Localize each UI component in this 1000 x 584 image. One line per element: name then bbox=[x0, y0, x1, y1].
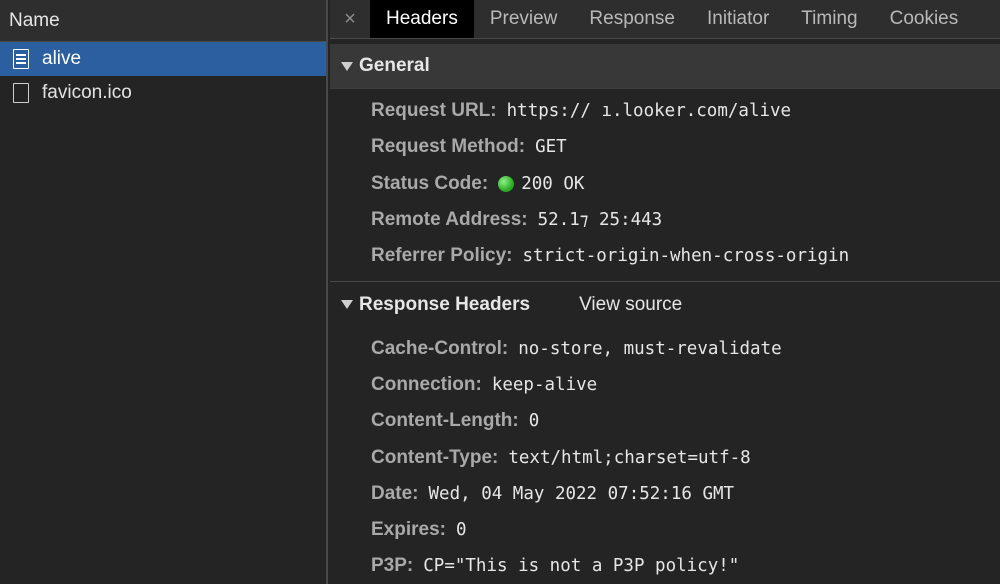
header-row: Connection: keep-alive bbox=[330, 367, 1000, 403]
header-row: Request URL: https:// ı.looker.com/alive bbox=[330, 93, 1000, 129]
request-name: alive bbox=[42, 48, 82, 69]
header-key: P3P: bbox=[371, 555, 414, 577]
tab-timing[interactable]: Timing bbox=[785, 0, 873, 38]
request-details: × Headers Preview Response Initiator Tim… bbox=[330, 0, 1000, 584]
response-headers-section: Cache-Control: no-store, must-revalidate… bbox=[330, 327, 1000, 584]
header-value: 0 bbox=[528, 411, 540, 432]
request-list: Name alive favicon.ico bbox=[0, 0, 328, 584]
header-row: P3P: CP="This is not a P3P policy!" bbox=[330, 548, 1000, 584]
header-value: no-store, must-revalidate bbox=[518, 338, 782, 359]
name-column-label: Name bbox=[9, 9, 60, 31]
devtools-network-panel: Name alive favicon.ico × Headers Preview… bbox=[0, 0, 1000, 584]
header-key: Request URL: bbox=[371, 100, 497, 122]
header-row: Content-Type: text/html;charset=utf-8 bbox=[330, 439, 1000, 475]
header-key: Content-Length: bbox=[371, 410, 519, 432]
tab-cookies[interactable]: Cookies bbox=[874, 0, 975, 38]
request-name: favicon.ico bbox=[42, 82, 132, 103]
header-row: Referrer Policy: strict-origin-when-cros… bbox=[330, 238, 1000, 274]
status-value: 200 OK bbox=[498, 174, 584, 194]
general-title: General bbox=[359, 55, 430, 76]
triangle-down-icon bbox=[341, 61, 353, 71]
general-section: Request URL: https:// ı.looker.com/alive… bbox=[330, 89, 1000, 274]
response-headers-section-header[interactable]: Response Headers View source bbox=[330, 282, 1000, 327]
tab-response[interactable]: Response bbox=[573, 0, 691, 38]
header-key: Cache-Control: bbox=[371, 337, 509, 359]
request-row-alive[interactable]: alive bbox=[0, 42, 326, 76]
header-value: GET bbox=[535, 137, 567, 158]
header-value: 0 bbox=[455, 520, 467, 541]
tab-preview[interactable]: Preview bbox=[474, 0, 574, 38]
general-section-header[interactable]: General bbox=[330, 44, 1000, 89]
header-value: CP="This is not a P3P policy!" bbox=[423, 556, 740, 577]
header-row: Cache-Control: no-store, must-revalidate bbox=[330, 330, 1000, 366]
header-value: text/html;charset=utf-8 bbox=[508, 447, 751, 468]
header-value: strict-origin-when-cross-origin bbox=[522, 246, 850, 267]
header-key: Status Code: bbox=[371, 172, 489, 194]
header-value: https:// ı.looker.com/alive bbox=[506, 101, 792, 122]
view-source-link[interactable]: View source bbox=[579, 294, 682, 316]
header-key: Referrer Policy: bbox=[371, 245, 513, 267]
header-row: Remote Address: 52.1⁊ 25:443 bbox=[330, 202, 1000, 238]
header-row: Request Method: GET bbox=[330, 129, 1000, 165]
request-row-favicon[interactable]: favicon.ico bbox=[0, 76, 326, 110]
tab-initiator[interactable]: Initiator bbox=[691, 0, 785, 38]
header-key: Connection: bbox=[371, 373, 482, 395]
header-key: Content-Type: bbox=[371, 446, 499, 468]
response-headers-title: Response Headers bbox=[359, 293, 531, 315]
header-row: Status Code: 200 OK bbox=[330, 166, 1000, 202]
details-tab-bar: × Headers Preview Response Initiator Tim… bbox=[330, 0, 1000, 39]
header-key: Expires: bbox=[371, 519, 446, 541]
header-key: Request Method: bbox=[371, 136, 526, 158]
tab-headers[interactable]: Headers bbox=[370, 0, 474, 38]
header-value: 52.1⁊ 25:443 bbox=[537, 210, 663, 231]
header-row: Expires: 0 bbox=[330, 512, 1000, 548]
header-row: Date: Wed, 04 May 2022 07:52:16 GMT bbox=[330, 476, 1000, 512]
header-value: keep-alive bbox=[491, 374, 598, 395]
document-icon bbox=[13, 49, 29, 69]
header-value: Wed, 04 May 2022 07:52:16 GMT bbox=[428, 483, 735, 504]
blank-file-icon bbox=[13, 83, 29, 103]
close-icon[interactable]: × bbox=[330, 0, 370, 38]
header-row: Content-Length: 0 bbox=[330, 403, 1000, 439]
header-key: Remote Address: bbox=[371, 209, 528, 231]
header-value: 200 OK bbox=[521, 173, 585, 194]
status-ok-icon bbox=[498, 175, 515, 192]
triangle-down-icon bbox=[341, 300, 353, 310]
header-key: Date: bbox=[371, 482, 419, 504]
name-column-header[interactable]: Name bbox=[0, 0, 326, 42]
